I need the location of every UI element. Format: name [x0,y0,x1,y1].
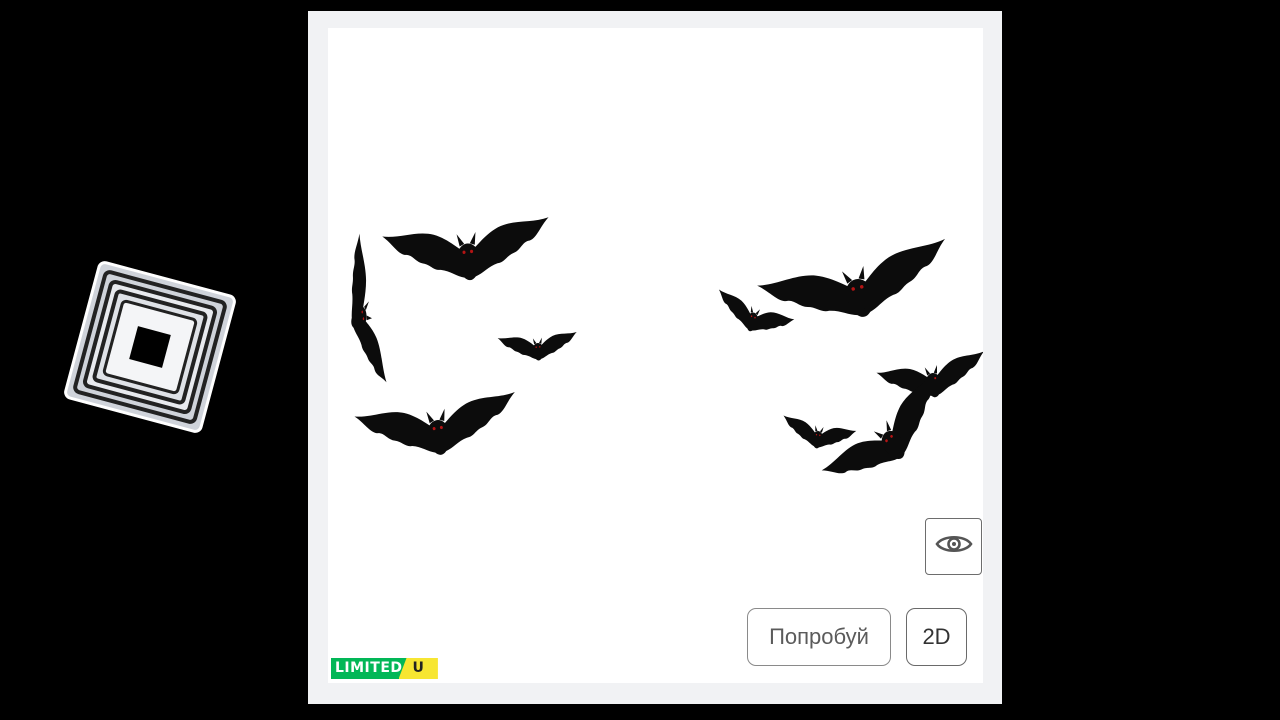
item-3d-viewport[interactable]: Попробуй 2D LIMITED U [328,28,983,683]
limited-label: LIMITED [331,658,407,679]
bat-shape [354,392,522,468]
view-2d-button[interactable]: 2D [906,608,967,666]
limited-unique-badge: LIMITED U [331,658,438,679]
bat-swarm-image [337,217,983,507]
bat-shape [337,233,387,399]
item-viewer-frame: Попробуй 2D LIMITED U [308,11,1002,704]
bat-shape [757,238,959,341]
try-on-button[interactable]: Попробуй [747,608,891,666]
bat-shape [779,415,857,456]
toggle-view-button[interactable] [925,518,982,575]
roblox-logo-icon [62,255,237,440]
bat-shape [497,331,579,364]
bat-shape [382,217,554,290]
eye-icon [934,533,973,560]
